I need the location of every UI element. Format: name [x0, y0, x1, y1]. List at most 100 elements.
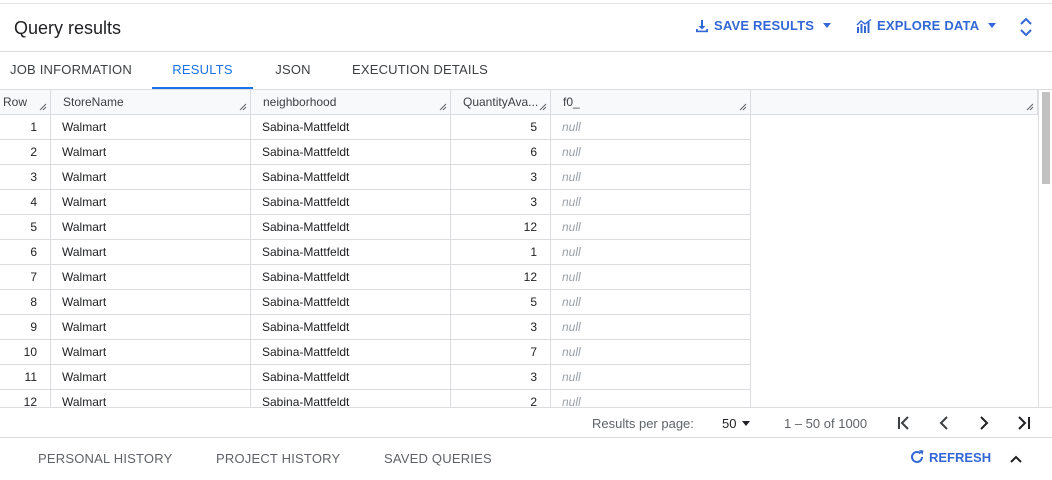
save-results-label: SAVE RESULTS: [714, 18, 815, 33]
results-tabs: JOB INFORMATION RESULTS JSON EXECUTION D…: [0, 52, 1052, 90]
row-number-cell: 4: [0, 190, 51, 215]
chevron-down-icon: [988, 23, 997, 28]
row-number-cell: 7: [0, 265, 51, 290]
scrollbar-thumb[interactable]: [1042, 92, 1050, 184]
quantity-cell: 3: [451, 315, 551, 340]
column-header-row[interactable]: Row: [0, 90, 51, 115]
column-header-f0[interactable]: f0_: [551, 90, 751, 115]
table-row[interactable]: 9 Walmart Sabina-Mattfeldt 3 null: [0, 315, 751, 340]
results-header: Query results SAVE RESULTS EXPLORE DATA: [0, 4, 1052, 52]
quantity-cell: 2: [451, 390, 551, 407]
tab-job-information[interactable]: JOB INFORMATION: [0, 52, 142, 89]
resize-grip-icon[interactable]: [439, 103, 447, 111]
tab-execution-details[interactable]: EXECUTION DETAILS: [345, 52, 495, 89]
neighborhood-cell: Sabina-Mattfeldt: [251, 315, 451, 340]
row-number-cell: 10: [0, 340, 51, 365]
vertical-scrollbar[interactable]: [1038, 90, 1052, 407]
tab-saved-queries[interactable]: SAVED QUERIES: [384, 451, 492, 466]
store-name-cell: Walmart: [51, 115, 251, 140]
page-range: 1 – 50 of 1000: [784, 416, 868, 431]
chevron-down-icon: [742, 421, 751, 426]
quantity-cell: 3: [451, 190, 551, 215]
neighborhood-cell: Sabina-Mattfeldt: [251, 115, 451, 140]
results-per-page-select[interactable]: 50: [722, 416, 751, 431]
refresh-button[interactable]: REFRESH: [909, 449, 991, 465]
neighborhood-cell: Sabina-Mattfeldt: [251, 390, 451, 407]
row-number-cell: 12: [0, 390, 51, 407]
neighborhood-cell: Sabina-Mattfeldt: [251, 290, 451, 315]
next-page-icon[interactable]: [974, 413, 994, 433]
neighborhood-cell: Sabina-Mattfeldt: [251, 215, 451, 240]
row-number-cell: 1: [0, 115, 51, 140]
results-per-page-label: Results per page:: [592, 416, 694, 431]
store-name-cell: Walmart: [51, 315, 251, 340]
resize-grip-icon[interactable]: [239, 103, 247, 111]
store-name-cell: Walmart: [51, 365, 251, 390]
row-number-cell: 3: [0, 165, 51, 190]
row-number-cell: 6: [0, 240, 51, 265]
column-header-storename[interactable]: StoreName: [51, 90, 251, 115]
neighborhood-cell: Sabina-Mattfeldt: [251, 165, 451, 190]
table-row[interactable]: 5 Walmart Sabina-Mattfeldt 12 null: [0, 215, 751, 240]
page-title: Query results: [14, 18, 122, 38]
row-number-cell: 2: [0, 140, 51, 165]
store-name-cell: Walmart: [51, 140, 251, 165]
quantity-cell: 1: [451, 240, 551, 265]
chevron-up-icon[interactable]: [1008, 451, 1024, 467]
f0-cell: null: [551, 215, 751, 240]
explore-data-label: EXPLORE DATA: [877, 18, 980, 33]
table-row[interactable]: 6 Walmart Sabina-Mattfeldt 1 null: [0, 240, 751, 265]
table-row[interactable]: 11 Walmart Sabina-Mattfeldt 3 null: [0, 365, 751, 390]
column-header-neighborhood[interactable]: neighborhood: [251, 90, 451, 115]
results-table: Row StoreName neighborhood QuantityAva..…: [0, 90, 1038, 407]
store-name-cell: Walmart: [51, 240, 251, 265]
refresh-icon: [911, 450, 924, 463]
table-row[interactable]: 10 Walmart Sabina-Mattfeldt 7 null: [0, 340, 751, 365]
quantity-cell: 5: [451, 115, 551, 140]
store-name-cell: Walmart: [51, 390, 251, 407]
tab-personal-history[interactable]: PERSONAL HISTORY: [38, 451, 172, 466]
tab-project-history[interactable]: PROJECT HISTORY: [216, 451, 340, 466]
column-header-quantity[interactable]: QuantityAva...: [451, 90, 551, 115]
quantity-cell: 5: [451, 290, 551, 315]
resize-grip-icon[interactable]: [1026, 103, 1034, 111]
row-number-cell: 5: [0, 215, 51, 240]
resize-grip-icon[interactable]: [539, 103, 547, 111]
neighborhood-cell: Sabina-Mattfeldt: [251, 365, 451, 390]
explore-data-button[interactable]: EXPLORE DATA: [856, 18, 997, 33]
tab-results[interactable]: RESULTS: [152, 52, 253, 89]
table-row[interactable]: 12 Walmart Sabina-Mattfeldt 2 null: [0, 390, 751, 407]
table-row[interactable]: 4 Walmart Sabina-Mattfeldt 3 null: [0, 190, 751, 215]
f0-cell: null: [551, 290, 751, 315]
table-row[interactable]: 2 Walmart Sabina-Mattfeldt 6 null: [0, 140, 751, 165]
refresh-label: REFRESH: [929, 449, 992, 465]
last-page-icon[interactable]: [1014, 413, 1034, 433]
table-row[interactable]: 3 Walmart Sabina-Mattfeldt 3 null: [0, 165, 751, 190]
first-page-icon[interactable]: [894, 413, 914, 433]
store-name-cell: Walmart: [51, 215, 251, 240]
table-row[interactable]: 1 Walmart Sabina-Mattfeldt 5 null: [0, 115, 751, 140]
f0-cell: null: [551, 365, 751, 390]
chevron-down-icon: [823, 23, 832, 28]
f0-cell: null: [551, 340, 751, 365]
f0-cell: null: [551, 115, 751, 140]
store-name-cell: Walmart: [51, 265, 251, 290]
neighborhood-cell: Sabina-Mattfeldt: [251, 240, 451, 265]
table-row[interactable]: 7 Walmart Sabina-Mattfeldt 12 null: [0, 265, 751, 290]
store-name-cell: Walmart: [51, 290, 251, 315]
neighborhood-cell: Sabina-Mattfeldt: [251, 190, 451, 215]
table-row[interactable]: 8 Walmart Sabina-Mattfeldt 5 null: [0, 290, 751, 315]
f0-cell: null: [551, 315, 751, 340]
f0-cell: null: [551, 240, 751, 265]
resize-grip-icon[interactable]: [39, 103, 47, 111]
pagination-bar: Results per page: 50 1 – 50 of 1000: [0, 407, 1052, 438]
quantity-cell: 12: [451, 215, 551, 240]
row-number-cell: 11: [0, 365, 51, 390]
f0-cell: null: [551, 140, 751, 165]
unfold-icon[interactable]: [1016, 16, 1036, 38]
previous-page-icon[interactable]: [934, 413, 954, 433]
tab-json[interactable]: JSON: [263, 52, 323, 89]
save-results-button[interactable]: SAVE RESULTS: [695, 18, 832, 33]
resize-grip-icon[interactable]: [739, 103, 747, 111]
results-per-page-value: 50: [722, 416, 737, 431]
